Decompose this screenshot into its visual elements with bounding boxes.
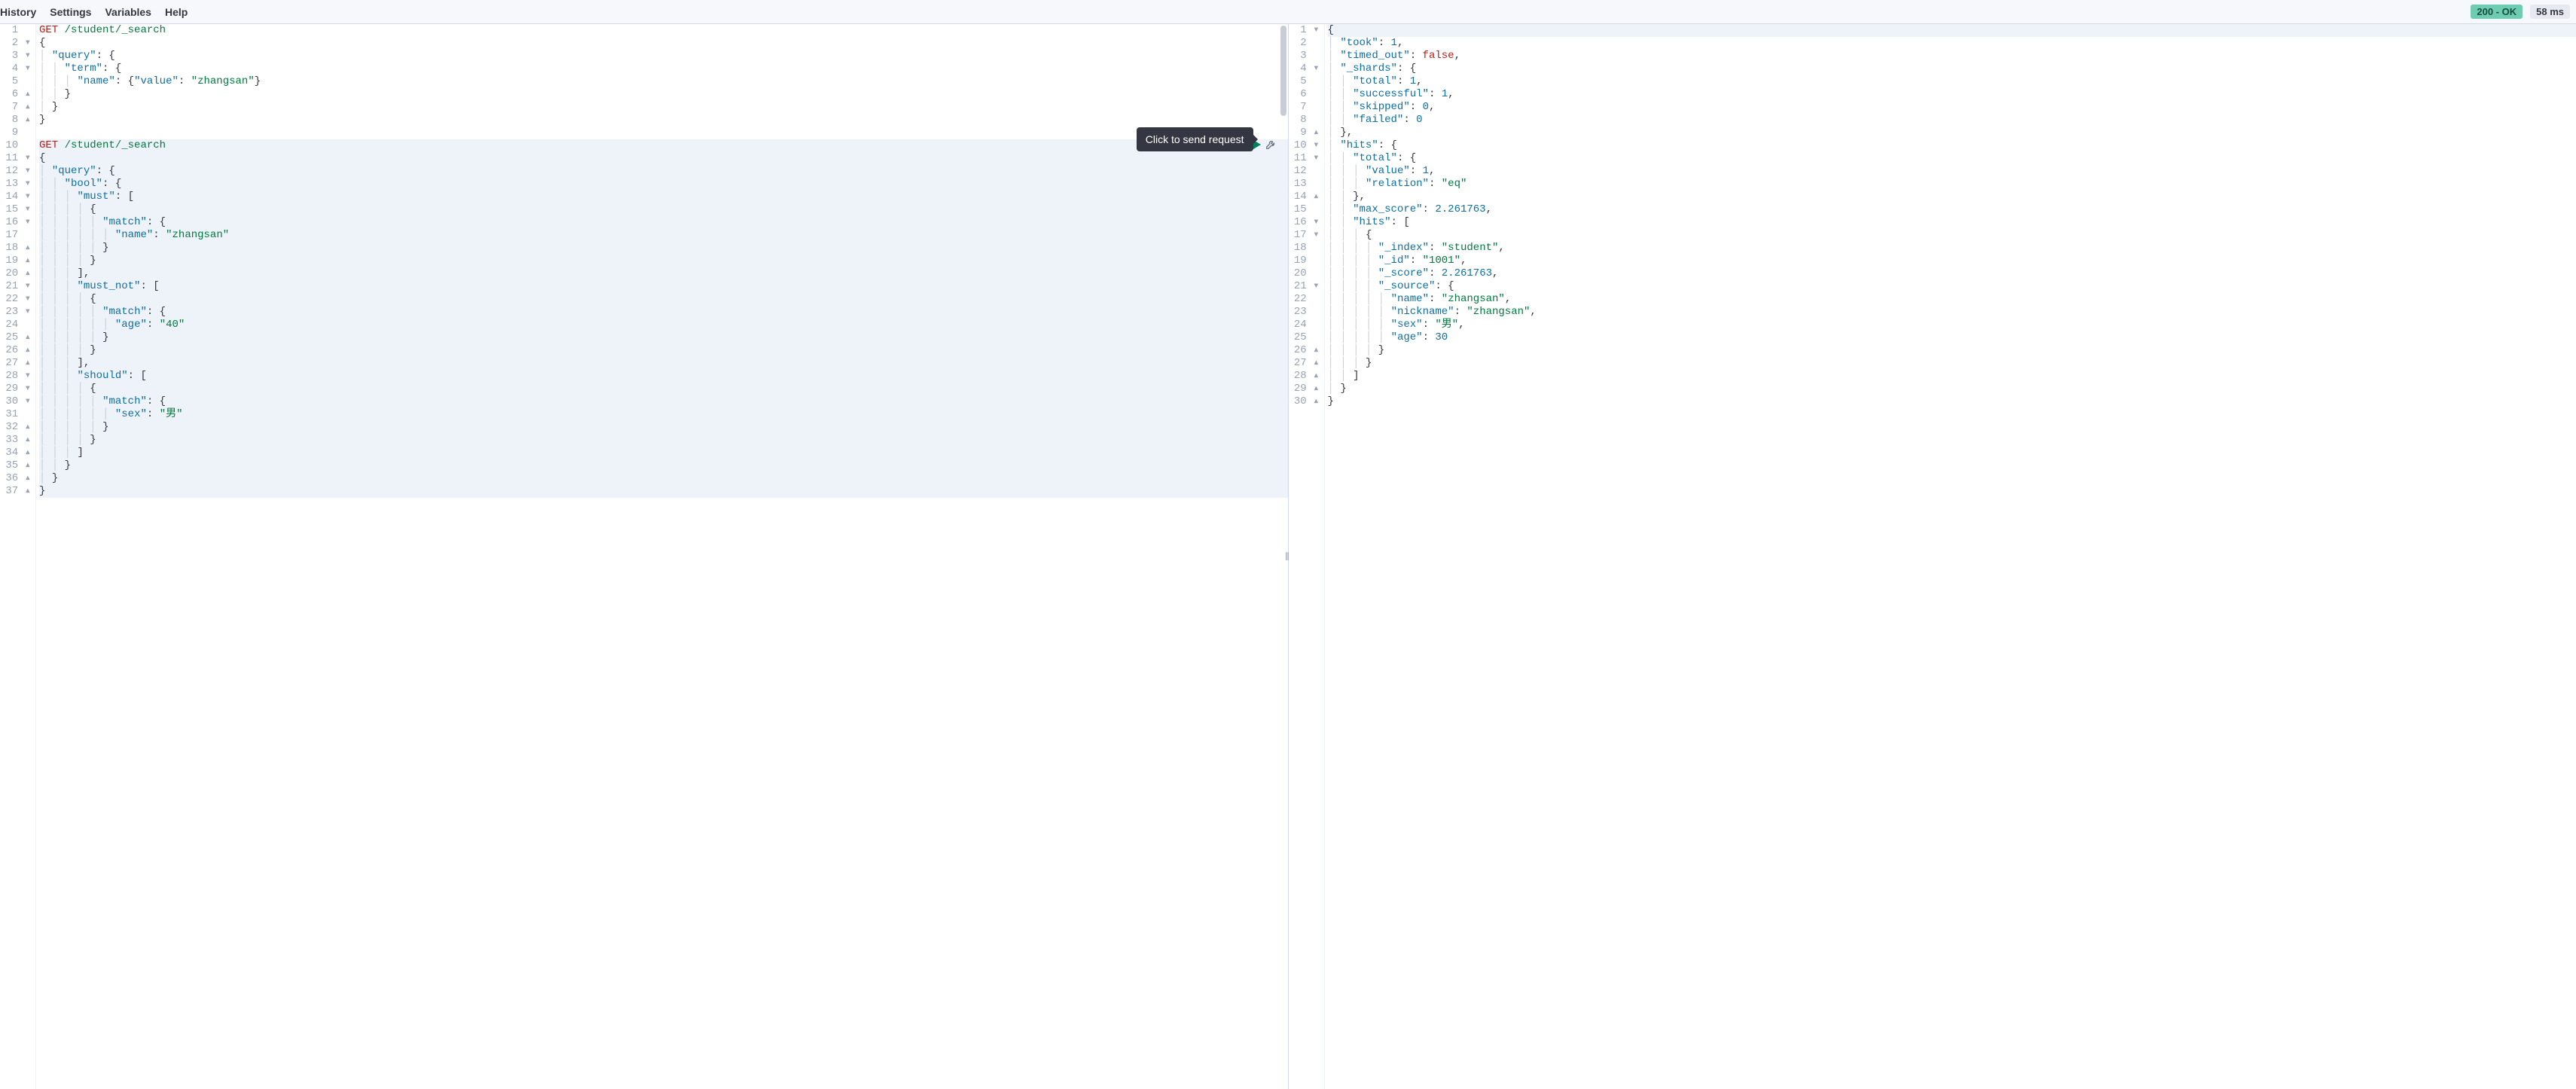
response-code[interactable]: {│ "took": 1,│ "timed_out": false,│ "_sh… [1325, 24, 2576, 1089]
status-time-badge: 58 ms [2530, 5, 2570, 19]
response-editor[interactable]: 1 ▾ 2 3 4 ▾ 5 6 7 8 9 ▴10 ▾11 ▾12 13 14 … [1289, 24, 2576, 1089]
topbar: History Settings Variables Help 200 - OK… [0, 0, 2576, 24]
response-pane: 1 ▾ 2 3 4 ▾ 5 6 7 8 9 ▴10 ▾11 ▾12 13 14 … [1289, 24, 2576, 1089]
menu-history[interactable]: History [0, 6, 36, 18]
send-request-tooltip: Click to send request [1137, 127, 1253, 151]
wrench-icon[interactable] [1265, 139, 1276, 150]
request-scrollbar[interactable] [1280, 26, 1286, 116]
menu-variables[interactable]: Variables [105, 6, 151, 18]
menu-help[interactable]: Help [165, 6, 188, 18]
split-container: 1 2 ▾ 3 ▾ 4 ▾ 5 6 ▴ 7 ▴ 8 ▴ 9 10 11 ▾12 … [0, 24, 2576, 1089]
menu-settings[interactable]: Settings [50, 6, 91, 18]
menu: History Settings Variables Help [0, 6, 188, 18]
status-group: 200 - OK 58 ms [2471, 5, 2570, 19]
response-gutter: 1 ▾ 2 3 4 ▾ 5 6 7 8 9 ▴10 ▾11 ▾12 13 14 … [1289, 24, 1325, 1089]
request-code[interactable]: GET /student/_search{│ "query": {│ │ "te… [36, 24, 1288, 1089]
request-editor[interactable]: 1 2 ▾ 3 ▾ 4 ▾ 5 6 ▴ 7 ▴ 8 ▴ 9 10 11 ▾12 … [0, 24, 1288, 1089]
request-gutter: 1 2 ▾ 3 ▾ 4 ▾ 5 6 ▴ 7 ▴ 8 ▴ 9 10 11 ▾12 … [0, 24, 36, 1089]
request-pane: 1 2 ▾ 3 ▾ 4 ▾ 5 6 ▴ 7 ▴ 8 ▴ 9 10 11 ▾12 … [0, 24, 1289, 1089]
status-code-badge: 200 - OK [2471, 5, 2523, 19]
